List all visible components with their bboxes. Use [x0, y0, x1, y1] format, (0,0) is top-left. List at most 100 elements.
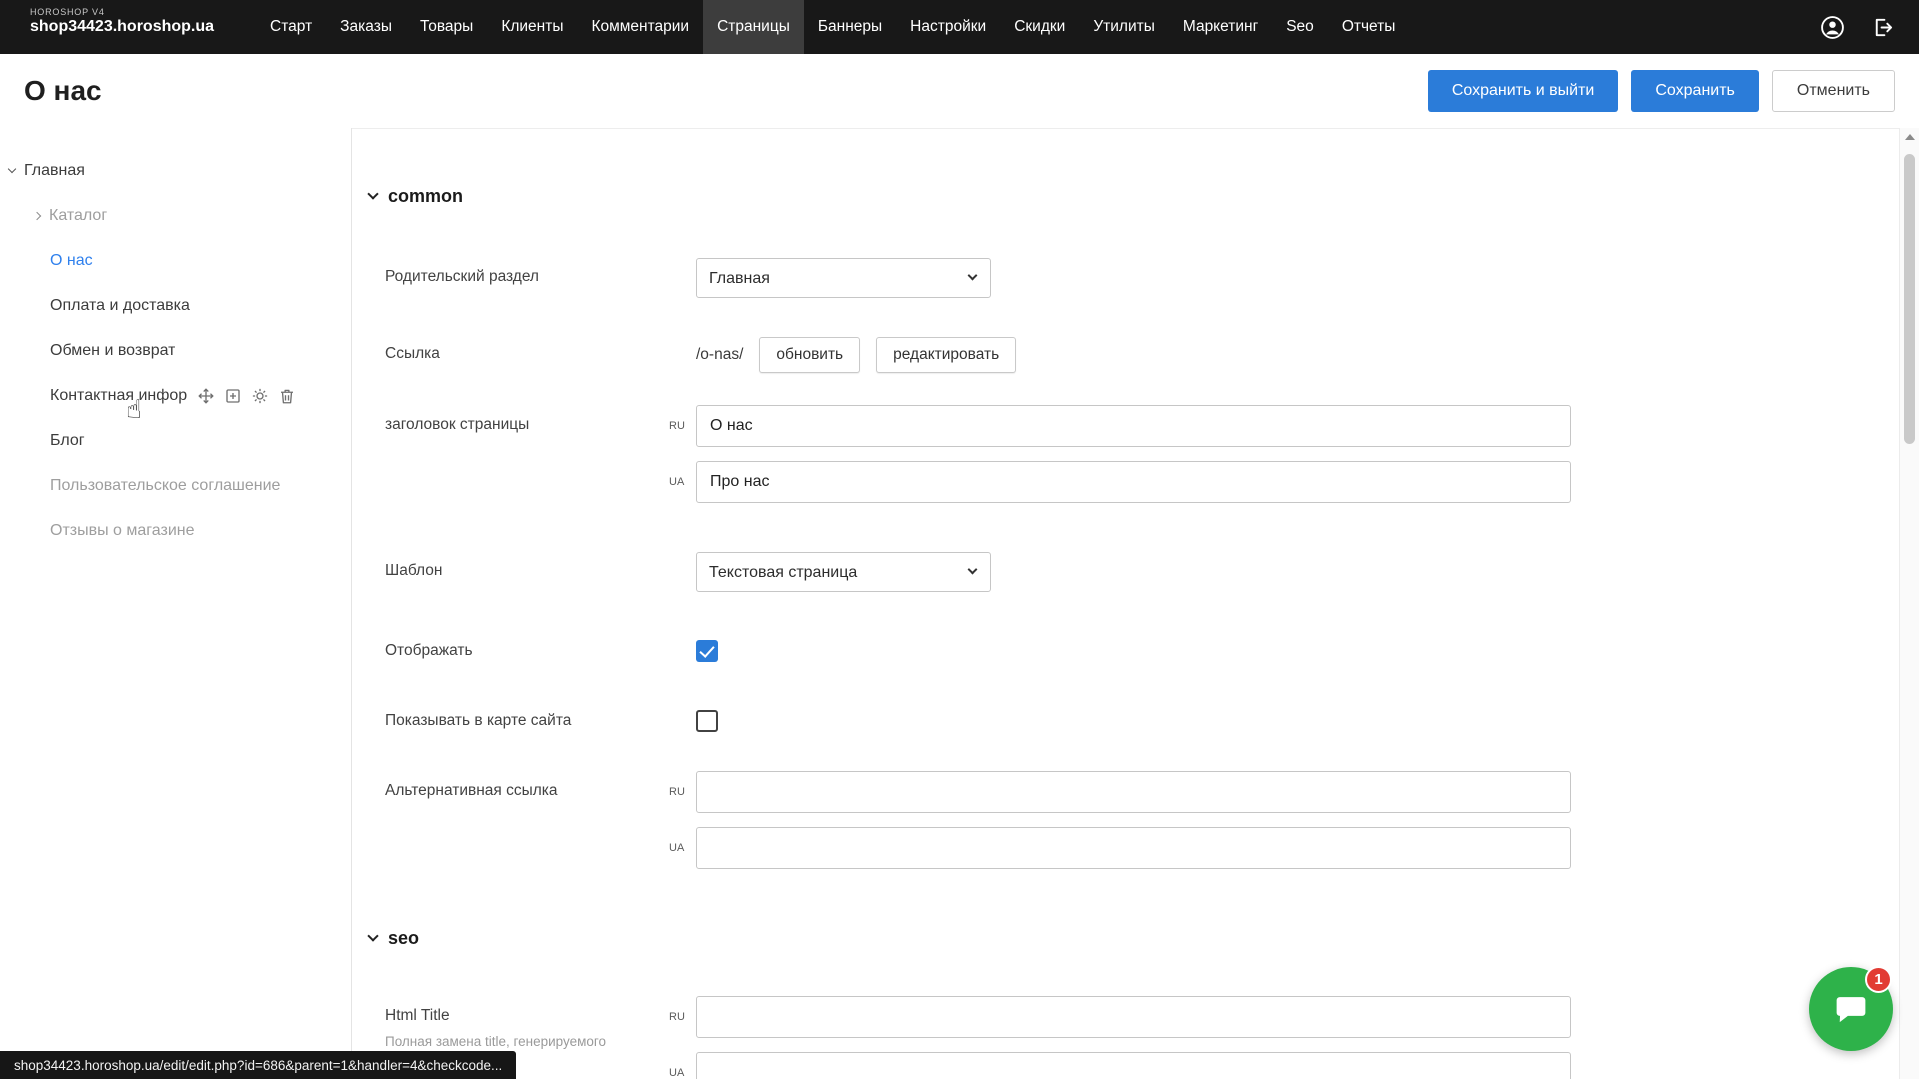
page-title-inputs: RU UA	[696, 405, 1571, 503]
sidebar-item-o-nas[interactable]: О нас	[0, 238, 351, 283]
nav-item-pages[interactable]: Страницы	[703, 0, 804, 54]
nav-item-utilities[interactable]: Утилиты	[1079, 0, 1169, 54]
field-link: Ссылка /o-nas/ обновить редактировать	[369, 337, 1899, 373]
nav-item-banners[interactable]: Баннеры	[804, 0, 896, 54]
sidebar-item-label: Главная	[24, 162, 85, 180]
nav-item-marketing[interactable]: Маркетинг	[1169, 0, 1272, 54]
tree-item-actions	[197, 387, 296, 405]
chat-widget-button[interactable]: 1	[1809, 967, 1893, 1051]
field-html-title: Html Title Полная замена title, генериру…	[369, 996, 1899, 1079]
alt-link-ru-input[interactable]	[696, 771, 1571, 813]
edit-link-button[interactable]: редактировать	[876, 337, 1016, 373]
field-sitemap: Показывать в карте сайта	[369, 710, 1899, 732]
field-label: Html Title	[385, 1006, 696, 1025]
page-title: О нас	[24, 75, 102, 107]
sidebar-item-label: Пользовательское соглашение	[50, 477, 280, 495]
link-path: /o-nas/	[696, 346, 743, 364]
nav-item-clients[interactable]: Клиенты	[487, 0, 577, 54]
page-title-ua-input[interactable]	[696, 461, 1571, 503]
field-label: Отображать	[385, 640, 696, 662]
sidebar-item-oplata-dostavka[interactable]: Оплата и доставка	[0, 283, 351, 328]
status-url-text: shop34423.horoshop.ua/edit/edit.php?id=6…	[14, 1058, 502, 1073]
sidebar-item-label: Контактная инфор	[50, 387, 187, 405]
field-label: Ссылка	[385, 337, 696, 363]
sidebar-item-katalog[interactable]: Каталог	[0, 193, 351, 238]
status-url-bar: shop34423.horoshop.ua/edit/edit.php?id=6…	[0, 1051, 516, 1079]
nav-item-comments[interactable]: Комментарии	[577, 0, 703, 54]
field-parent-section: Родительский раздел Главная	[369, 258, 1899, 298]
parent-section-select[interactable]: Главная	[696, 258, 991, 298]
drag-move-icon[interactable]	[197, 387, 215, 405]
template-select[interactable]: Текстовая страница	[696, 552, 991, 592]
page-header: О нас Сохранить и выйти Сохранить Отмени…	[0, 54, 1919, 128]
section-title: common	[388, 186, 463, 207]
nav-item-discounts[interactable]: Скидки	[1000, 0, 1079, 54]
chevron-down-icon	[8, 164, 16, 172]
refresh-link-button[interactable]: обновить	[759, 337, 860, 373]
html-title-ua-input[interactable]	[696, 1052, 1571, 1079]
nav-item-seo[interactable]: Seo	[1272, 0, 1328, 54]
alt-link-inputs: RU UA	[696, 771, 1571, 869]
add-page-icon[interactable]	[224, 387, 242, 405]
sidebar-item-otzyvy[interactable]: Отзывы о магазине	[0, 508, 351, 553]
nav-item-reports[interactable]: Отчеты	[1328, 0, 1410, 54]
lang-tag-ru: RU	[669, 1011, 685, 1023]
alt-link-ua-input[interactable]	[696, 827, 1571, 869]
sidebar-item-label: Каталог	[49, 207, 107, 225]
sidebar-item-label: Блог	[50, 432, 85, 450]
section-common-toggle[interactable]: common	[369, 184, 1899, 208]
field-label: Альтернативная ссылка	[385, 771, 696, 800]
section-title: seo	[388, 928, 419, 949]
section-seo-toggle[interactable]: seo	[369, 926, 1899, 950]
sidebar-item-label: Отзывы о магазине	[50, 522, 195, 540]
cancel-button[interactable]: Отменить	[1772, 70, 1895, 112]
field-alt-link: Альтернативная ссылка RU UA	[369, 771, 1899, 869]
sidebar-item-obmen-vozvrat[interactable]: Обмен и возврат	[0, 328, 351, 373]
html-title-ru-input[interactable]	[696, 996, 1571, 1038]
navbar-right	[1819, 0, 1919, 54]
sidebar-item-polzovatelskoe[interactable]: Пользовательское соглашение	[0, 463, 351, 508]
brand[interactable]: HOROSHOP V4 shop34423.horoshop.ua	[0, 0, 256, 54]
sidebar-item-kontaktnaya[interactable]: Контактная инфор	[0, 373, 351, 418]
header-actions: Сохранить и выйти Сохранить Отменить	[1428, 70, 1895, 112]
sitemap-checkbox[interactable]	[696, 710, 718, 732]
lang-tag-ua: UA	[669, 1067, 684, 1079]
html-title-inputs: RU UA	[696, 996, 1571, 1079]
save-button[interactable]: Сохранить	[1631, 70, 1759, 112]
scroll-up-button[interactable]	[1900, 128, 1919, 146]
nav-item-settings[interactable]: Настройки	[896, 0, 1000, 54]
lang-tag-ua: UA	[669, 476, 684, 488]
field-hint: Полная замена title, генерируемого	[385, 1032, 696, 1051]
sidebar-item-blog[interactable]: Блог	[0, 418, 351, 463]
input-row-ua: UA	[696, 827, 1571, 869]
chat-bubble-icon	[1831, 989, 1871, 1029]
lang-tag-ua: UA	[669, 842, 684, 854]
parent-section-select-wrap: Главная	[696, 258, 991, 298]
logout-icon[interactable]	[1869, 14, 1895, 40]
chevron-down-icon	[367, 930, 378, 941]
lang-tag-ru: RU	[669, 786, 685, 798]
delete-trash-icon[interactable]	[278, 387, 296, 405]
input-row-ru: RU	[696, 405, 1571, 447]
scrollbar[interactable]	[1899, 128, 1919, 1079]
nav-item-products[interactable]: Товары	[406, 0, 487, 54]
page-title-ru-input[interactable]	[696, 405, 1571, 447]
input-row-ru: RU	[696, 771, 1571, 813]
settings-gear-icon[interactable]	[251, 387, 269, 405]
field-label-block: Html Title Полная замена title, генериру…	[385, 996, 696, 1051]
page-edit-form: common Родительский раздел Главная Ссылк…	[353, 128, 1899, 1079]
main-menu: Старт Заказы Товары Клиенты Комментарии …	[256, 0, 1409, 54]
nav-item-orders[interactable]: Заказы	[326, 0, 406, 54]
field-label: Родительский раздел	[385, 258, 696, 286]
save-exit-button[interactable]: Сохранить и выйти	[1428, 70, 1619, 112]
chevron-right-icon	[33, 211, 41, 219]
nav-item-start[interactable]: Старт	[256, 0, 326, 54]
account-icon[interactable]	[1819, 14, 1845, 40]
field-display: Отображать	[369, 640, 1899, 662]
unread-badge: 1	[1865, 966, 1892, 993]
field-label: Показывать в карте сайта	[385, 710, 696, 732]
field-template: Шаблон Текстовая страница	[369, 552, 1899, 592]
sidebar-item-glavnaya[interactable]: Главная	[0, 148, 351, 193]
scroll-thumb[interactable]	[1904, 154, 1915, 444]
display-checkbox[interactable]	[696, 640, 718, 662]
